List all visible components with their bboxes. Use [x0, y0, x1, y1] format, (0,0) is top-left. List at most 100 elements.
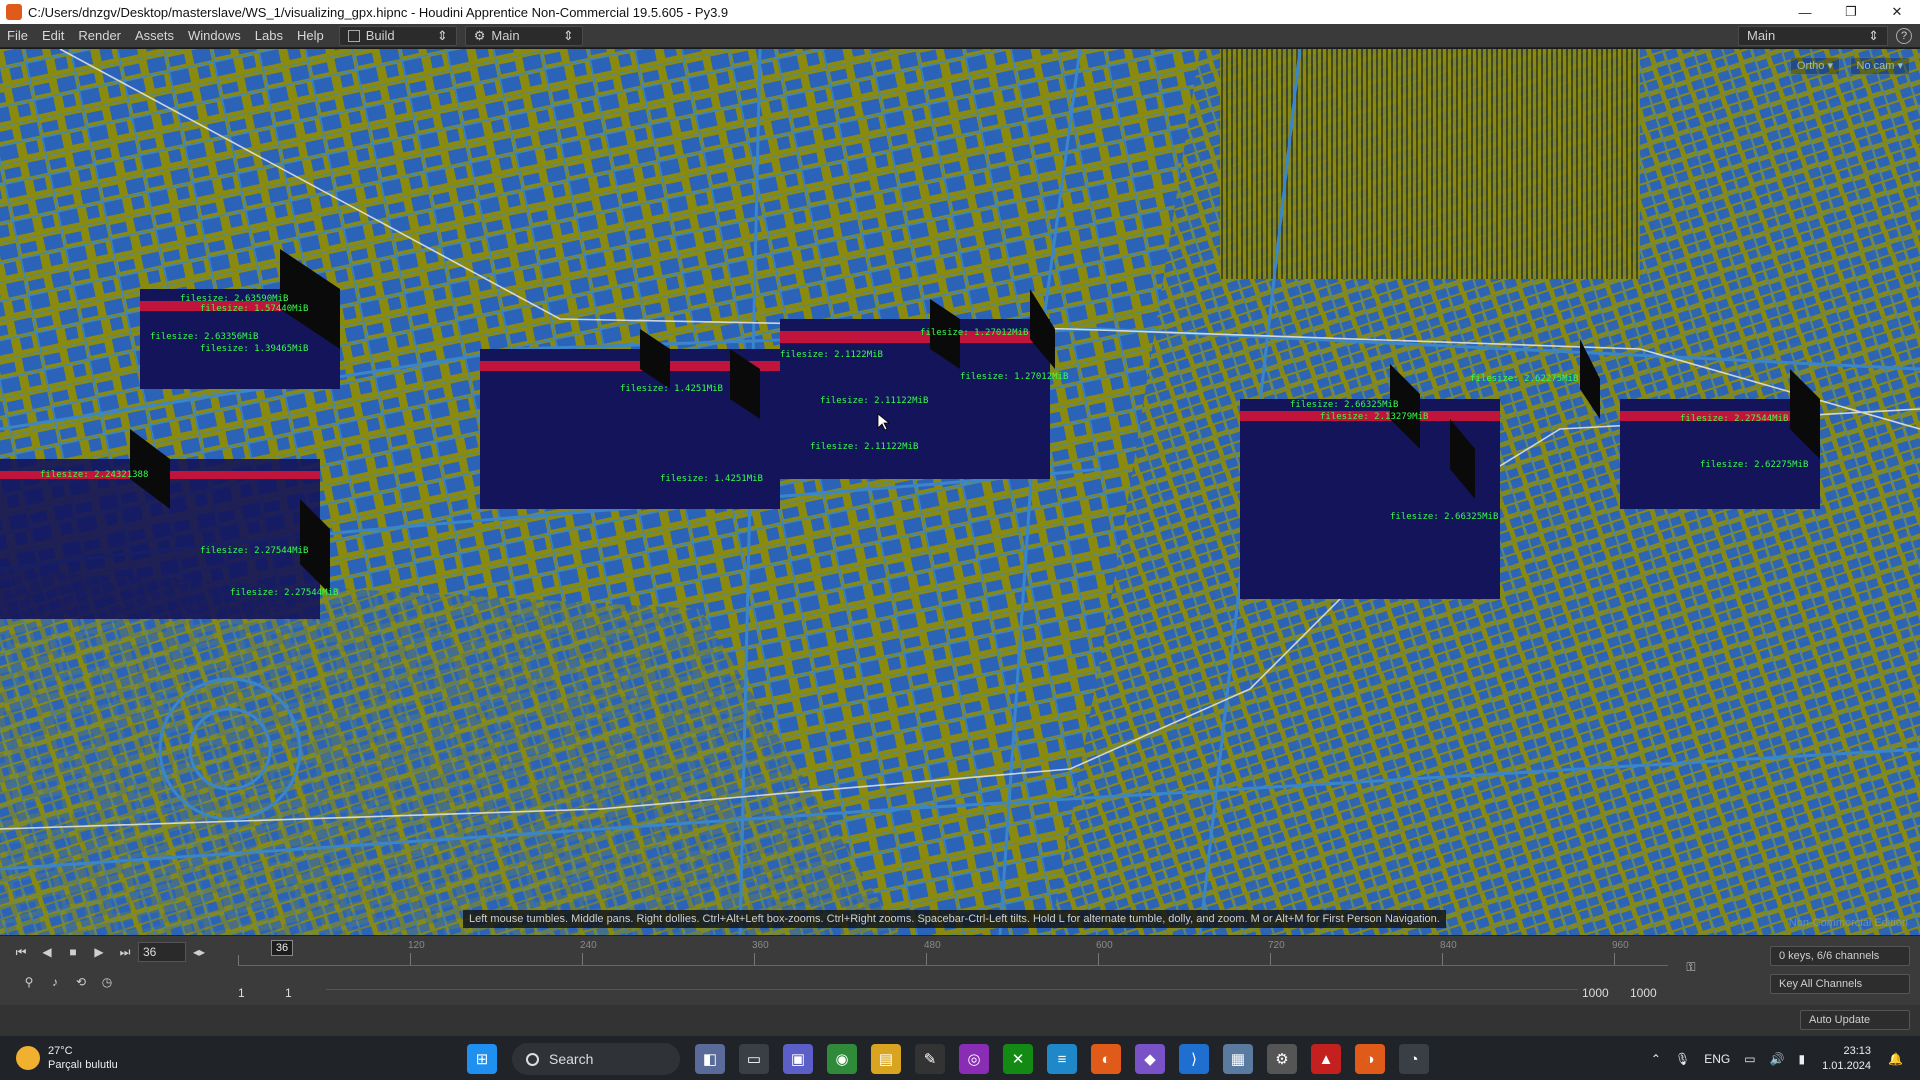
camera-menu-button[interactable]: No cam ▾ — [1849, 57, 1910, 75]
play-reverse-icon[interactable]: ◀ — [34, 941, 60, 963]
desktop-build-selector[interactable]: Build ⇕ — [338, 25, 457, 46]
maximize-button[interactable]: ❐ — [1828, 0, 1874, 24]
windows-start-icon[interactable]: ⊞ — [467, 1044, 497, 1074]
key-icon[interactable]: ⚿ — [1678, 956, 1704, 978]
clock-date: 1.01.2024 — [1822, 1059, 1872, 1072]
system-tray: ⌃ 🎙 ENG ▭ 🔊 ▮ 23:13 1.01.2024 🔔 — [1644, 1036, 1910, 1080]
system-app-icon[interactable]: ◔ — [1399, 1044, 1429, 1074]
tick — [1442, 953, 1443, 965]
realtime-toggle-icon[interactable]: ⚲ — [16, 971, 42, 993]
close-button[interactable]: ✕ — [1874, 0, 1920, 24]
loop-icon[interactable]: ⟲ — [68, 971, 94, 993]
data-label: filesize: 2.13279MiB — [1320, 412, 1428, 422]
range-start-field-2[interactable]: 1 — [285, 984, 292, 1002]
notepad-icon[interactable]: ≡ — [1047, 1044, 1077, 1074]
minimize-button[interactable]: — — [1782, 0, 1828, 24]
keys-channels-button[interactable]: 0 keys, 6/6 channels — [1770, 946, 1910, 966]
playback-controls: ⏮ ◀ ■ ▶ ⏭ 36 ◂▸ — [8, 938, 212, 966]
inkscape-icon[interactable]: ✎ — [915, 1044, 945, 1074]
jump-start-icon[interactable]: ⏮ — [8, 941, 34, 963]
xbox-icon[interactable]: ✕ — [1003, 1044, 1033, 1074]
houdini-icon[interactable]: ◐ — [1091, 1044, 1121, 1074]
auto-update-button[interactable]: Auto Update — [1800, 1010, 1910, 1030]
right-desktop-selector[interactable]: Main ⇕ — [1738, 25, 1888, 46]
git-icon[interactable]: ◆ — [1135, 1044, 1165, 1074]
battery-icon[interactable]: ▮ — [1799, 1052, 1806, 1066]
current-frame-field[interactable]: 36 — [138, 942, 186, 962]
menu-windows[interactable]: Windows — [181, 28, 248, 43]
tick-label: 240 — [580, 940, 597, 951]
desktop-icon — [347, 29, 360, 42]
tick-label: 840 — [1440, 940, 1457, 951]
clock-icon[interactable]: ◷ — [94, 971, 120, 993]
range-start-field[interactable]: 1 — [238, 984, 245, 1002]
tick — [1614, 953, 1615, 965]
language-indicator[interactable]: ENG — [1704, 1052, 1730, 1066]
chevron-updown-icon: ⇕ — [562, 27, 574, 43]
data-label: filesize: 1.27012MiB — [960, 372, 1068, 382]
search-icon — [526, 1052, 539, 1066]
acrobat-icon[interactable]: ▲ — [1311, 1044, 1341, 1074]
notification-icon[interactable]: 🔔 — [1888, 1052, 1903, 1066]
menu-file[interactable]: File — [0, 28, 35, 43]
menu-help[interactable]: Help — [290, 28, 331, 43]
data-label: filesize: 2.66325MiB — [1390, 512, 1498, 522]
key-all-channels-button[interactable]: Key All Channels — [1770, 974, 1910, 994]
volume-icon[interactable]: 🔊 — [1770, 1052, 1785, 1066]
range-slider[interactable] — [326, 989, 1578, 1001]
audio-icon[interactable]: ♪ — [42, 971, 68, 993]
chevron-up-icon[interactable]: ⌃ — [1651, 1052, 1661, 1066]
tick — [1098, 953, 1099, 965]
microphone-icon[interactable]: 🎙 — [1675, 1052, 1690, 1066]
tick-label: 960 — [1612, 940, 1629, 951]
search-label: Search — [549, 1051, 594, 1067]
desktop-build-label: Build — [365, 28, 395, 43]
desktop-main-selector[interactable]: ⚙ Main ⇕ — [464, 25, 583, 46]
weather-icon — [16, 1046, 40, 1070]
houdini-active-icon[interactable]: ◑ — [1355, 1044, 1385, 1074]
data-label: filesize: 1.57440MiB — [200, 304, 308, 314]
edition-watermark: Non-Commercial Edition — [1788, 917, 1908, 929]
play-icon[interactable]: ▶ — [86, 941, 112, 963]
taskbar-search[interactable]: Search — [512, 1043, 680, 1075]
chevron-updown-icon: ⇕ — [436, 27, 448, 43]
data-label: filesize: 2.11122MiB — [810, 442, 918, 452]
menu-edit[interactable]: Edit — [35, 28, 71, 43]
data-label: filesize: 1.4251MiB — [660, 474, 763, 484]
widgets-icon[interactable]: ◧ — [695, 1044, 725, 1074]
range-end-field-2[interactable]: 1000 — [1630, 984, 1657, 1002]
playhead[interactable]: 36 — [271, 940, 293, 956]
weather-widget[interactable]: 27°C Parçalı bulutlu — [0, 1044, 200, 1072]
menu-render[interactable]: Render — [71, 28, 128, 43]
window-titlebar: C:/Users/dnzgv/Desktop/masterslave/WS_1/… — [0, 0, 1920, 24]
clock[interactable]: 23:13 1.01.2024 — [1822, 1044, 1871, 1074]
tick — [754, 953, 755, 965]
help-icon[interactable]: ? — [1896, 27, 1912, 44]
tick-label: 600 — [1096, 940, 1113, 951]
photos-icon[interactable]: ▦ — [1223, 1044, 1253, 1074]
houdini-app-icon — [6, 4, 22, 20]
settings-icon[interactable]: ⚙ — [1267, 1044, 1297, 1074]
chrome-icon[interactable]: ◉ — [827, 1044, 857, 1074]
menu-labs[interactable]: Labs — [248, 28, 290, 43]
jump-end-icon[interactable]: ⏭ — [112, 941, 138, 963]
tick — [926, 953, 927, 965]
status-row: Auto Update — [0, 1005, 1920, 1035]
step-icon[interactable]: ◂▸ — [186, 941, 212, 963]
network-icon[interactable]: ▭ — [1744, 1052, 1755, 1066]
vscode-icon[interactable]: ⟩ — [1179, 1044, 1209, 1074]
app-icon[interactable]: ◎ — [959, 1044, 989, 1074]
timeline-ruler[interactable]: 120 240 360 480 600 720 840 960 36 — [238, 940, 1668, 966]
file-explorer-icon[interactable]: ▤ — [871, 1044, 901, 1074]
scene-viewport[interactable]: filesize: 2.63590MiB filesize: 1.57440Mi… — [0, 49, 1920, 935]
ortho-view-button[interactable]: Ortho ▾ — [1789, 57, 1840, 75]
menu-assets[interactable]: Assets — [128, 28, 181, 43]
teams-icon[interactable]: ▣ — [783, 1044, 813, 1074]
range-end-field[interactable]: 1000 — [1582, 984, 1609, 1002]
stop-icon[interactable]: ■ — [60, 941, 86, 963]
tick-label: 720 — [1268, 940, 1285, 951]
data-label: filesize: 1.27012MiB — [920, 328, 1028, 338]
taskbar-apps: ⊞ Search ◧ ▭ ▣ ◉ ▤ ✎ ◎ ✕ ≡ ◐ ◆ ⟩ ▦ ⚙ ▲ ◑… — [460, 1043, 1436, 1075]
clock-time: 23:13 — [1843, 1044, 1872, 1057]
task-view-icon[interactable]: ▭ — [739, 1044, 769, 1074]
